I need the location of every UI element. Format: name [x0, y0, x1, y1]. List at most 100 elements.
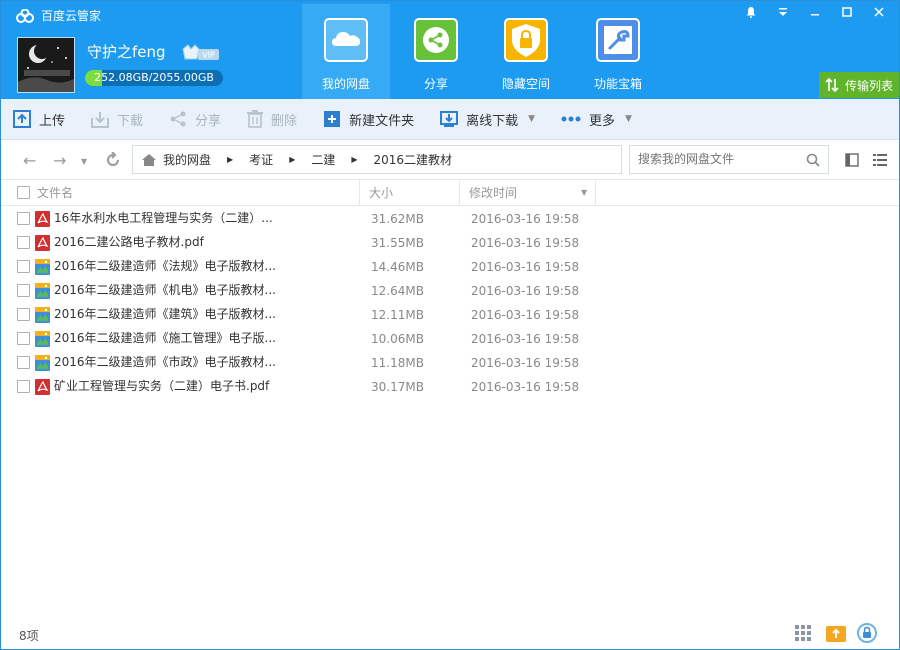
forward-arrow-icon[interactable]: →	[53, 151, 66, 170]
new-folder-button[interactable]: 新建文件夹	[323, 110, 414, 129]
table-row[interactable]: 2016年二级建造师《机电》电子版教材... 12.64MB 2016-03-16 …	[1, 279, 899, 303]
header: 百度云管家 守护之feng VIP 252.08GB/2055.00GB 我的网…	[1, 1, 899, 99]
offline-download-button[interactable]: 离线下载 ▼	[440, 110, 535, 129]
maximize-button[interactable]	[831, 1, 863, 23]
upload-folder-icon[interactable]	[826, 623, 846, 643]
file-modified-time: 2016-03-16 19:58	[471, 212, 580, 226]
transfer-list-button[interactable]: 传输列表	[819, 72, 899, 98]
image-file-icon	[35, 307, 50, 323]
tab-share[interactable]: 分享	[392, 4, 480, 99]
share-button[interactable]: 分享	[169, 110, 221, 129]
pdf-file-icon	[35, 235, 50, 251]
quota-bar: 252.08GB/2055.00GB	[85, 70, 223, 86]
app-title-text: 百度云管家	[41, 9, 102, 23]
table-row[interactable]: 2016年二级建造师《建筑》电子版教材... 12.11MB 2016-03-16 …	[1, 303, 899, 327]
vip-badge-icon[interactable]: VIP	[181, 43, 221, 63]
row-checkbox[interactable]	[17, 332, 30, 345]
column-divider[interactable]	[459, 180, 460, 206]
quota-text: 252.08GB/2055.00GB	[94, 71, 214, 84]
maximize-icon	[842, 6, 852, 17]
back-arrow-icon[interactable]: ←	[23, 151, 36, 170]
file-name[interactable]: 2016年二级建造师《建筑》电子版教材...	[54, 303, 276, 325]
column-divider[interactable]	[595, 180, 596, 206]
download-icon	[91, 112, 110, 128]
grid-view-icon[interactable]	[795, 625, 811, 641]
sort-dropdown-icon[interactable]: ▼	[581, 180, 587, 206]
image-file-icon	[35, 259, 50, 275]
file-modified-time: 2016-03-16 19:58	[471, 356, 580, 370]
more-label: 更多	[589, 113, 616, 129]
row-checkbox[interactable]	[17, 260, 30, 273]
row-checkbox[interactable]	[17, 380, 30, 393]
table-row[interactable]: 2016年二级建造师《施工管理》电子版... 10.06MB 2016-03-16 …	[1, 327, 899, 351]
upload-button[interactable]: 上传	[13, 110, 65, 129]
table-row[interactable]: 2016二建公路电子教材.pdf 31.55MB 2016-03-16 19:58	[1, 231, 899, 255]
file-name[interactable]: 2016年二级建造师《施工管理》电子版...	[54, 327, 276, 349]
more-dots-icon	[561, 116, 581, 122]
file-size: 31.55MB	[371, 236, 424, 250]
file-name[interactable]: 矿业工程管理与实务（二建）电子书.pdf	[54, 375, 269, 397]
file-name[interactable]: 2016年二级建造师《法规》电子版教材...	[54, 255, 276, 277]
search-input[interactable]	[638, 152, 798, 166]
delete-button[interactable]: 删除	[247, 110, 297, 129]
table-row[interactable]: 16年水利水电工程管理与实务（二建）... 31.62MB 2016-03-16 1…	[1, 207, 899, 231]
notification-button[interactable]	[735, 1, 767, 23]
image-file-icon	[35, 355, 50, 371]
new-folder-label: 新建文件夹	[349, 113, 415, 129]
select-all-checkbox[interactable]	[17, 186, 30, 199]
tab-toolbox[interactable]: 功能宝箱	[574, 4, 662, 99]
breadcrumb-separator-icon[interactable]: ▶	[351, 155, 357, 164]
menu-button[interactable]	[767, 1, 799, 23]
row-checkbox[interactable]	[17, 308, 30, 321]
table-row[interactable]: 矿业工程管理与实务（二建）电子书.pdf 30.17MB 2016-03-16 19…	[1, 375, 899, 399]
breadcrumb-item-kaozheng[interactable]: 考证	[249, 151, 273, 168]
avatar[interactable]	[17, 37, 75, 93]
security-lock-icon[interactable]	[857, 623, 877, 643]
home-icon[interactable]	[141, 153, 157, 167]
close-button[interactable]	[863, 1, 895, 23]
minimize-button[interactable]	[799, 1, 831, 23]
file-name[interactable]: 2016年二级建造师《机电》电子版教材...	[54, 279, 276, 301]
more-button[interactable]: 更多 ▼	[561, 110, 632, 129]
more-dropdown-icon[interactable]: ▼	[625, 114, 632, 124]
list-view-icon[interactable]	[873, 153, 887, 167]
file-name[interactable]: 16年水利水电工程管理与实务（二建）...	[54, 207, 273, 229]
row-checkbox[interactable]	[17, 284, 30, 297]
tab-my-disk[interactable]: 我的网盘	[302, 4, 390, 99]
lock-icon	[504, 18, 548, 62]
table-row[interactable]: 2016年二级建造师《法规》电子版教材... 14.46MB 2016-03-16 …	[1, 255, 899, 279]
offline-dropdown-icon[interactable]: ▼	[528, 114, 535, 124]
row-checkbox[interactable]	[17, 236, 30, 249]
column-header-size[interactable]: 大小	[369, 180, 393, 206]
preview-pane-icon[interactable]	[845, 153, 859, 167]
item-count: 8项	[19, 629, 39, 643]
row-checkbox[interactable]	[17, 212, 30, 225]
row-checkbox[interactable]	[17, 356, 30, 369]
history-dropdown-icon[interactable]: ▼	[81, 157, 87, 166]
tab-toolbox-label: 功能宝箱	[593, 77, 642, 91]
table-row[interactable]: 2016年二级建造师《市政》电子版教材... 11.18MB 2016-03-16 …	[1, 351, 899, 375]
breadcrumb-item-my-disk[interactable]: 我的网盘	[163, 151, 211, 168]
username[interactable]: 守护之feng	[87, 41, 166, 62]
file-size: 10.06MB	[371, 332, 424, 346]
window-controls	[735, 1, 895, 23]
column-header-modified[interactable]: 修改时间	[469, 180, 517, 206]
download-button[interactable]: 下载	[91, 110, 143, 129]
download-label: 下载	[117, 113, 144, 129]
column-divider[interactable]	[359, 180, 360, 206]
offline-download-label: 离线下载	[466, 113, 519, 129]
breadcrumb-item-erjian[interactable]: 二建	[311, 151, 335, 168]
breadcrumb-separator-icon[interactable]: ▶	[289, 155, 295, 164]
breadcrumb-separator-icon[interactable]: ▶	[227, 155, 233, 164]
refresh-icon[interactable]	[105, 152, 121, 168]
file-size: 30.17MB	[371, 380, 424, 394]
file-name[interactable]: 2016年二级建造师《市政》电子版教材...	[54, 351, 276, 373]
breadcrumb: 我的网盘 ▶ 考证 ▶ 二建 ▶ 2016二建教材	[132, 145, 622, 174]
search-icon[interactable]	[806, 153, 820, 167]
address-bar: ← → ▼ 我的网盘 ▶ 考证 ▶ 二建 ▶ 2016二建教材	[1, 141, 899, 179]
breadcrumb-item-current[interactable]: 2016二建教材	[374, 151, 453, 168]
file-modified-time: 2016-03-16 19:58	[471, 380, 580, 394]
tab-hidden-space[interactable]: 隐藏空间	[482, 4, 570, 99]
column-header-name[interactable]: 文件名	[37, 180, 73, 206]
file-name[interactable]: 2016二建公路电子教材.pdf	[54, 231, 204, 253]
